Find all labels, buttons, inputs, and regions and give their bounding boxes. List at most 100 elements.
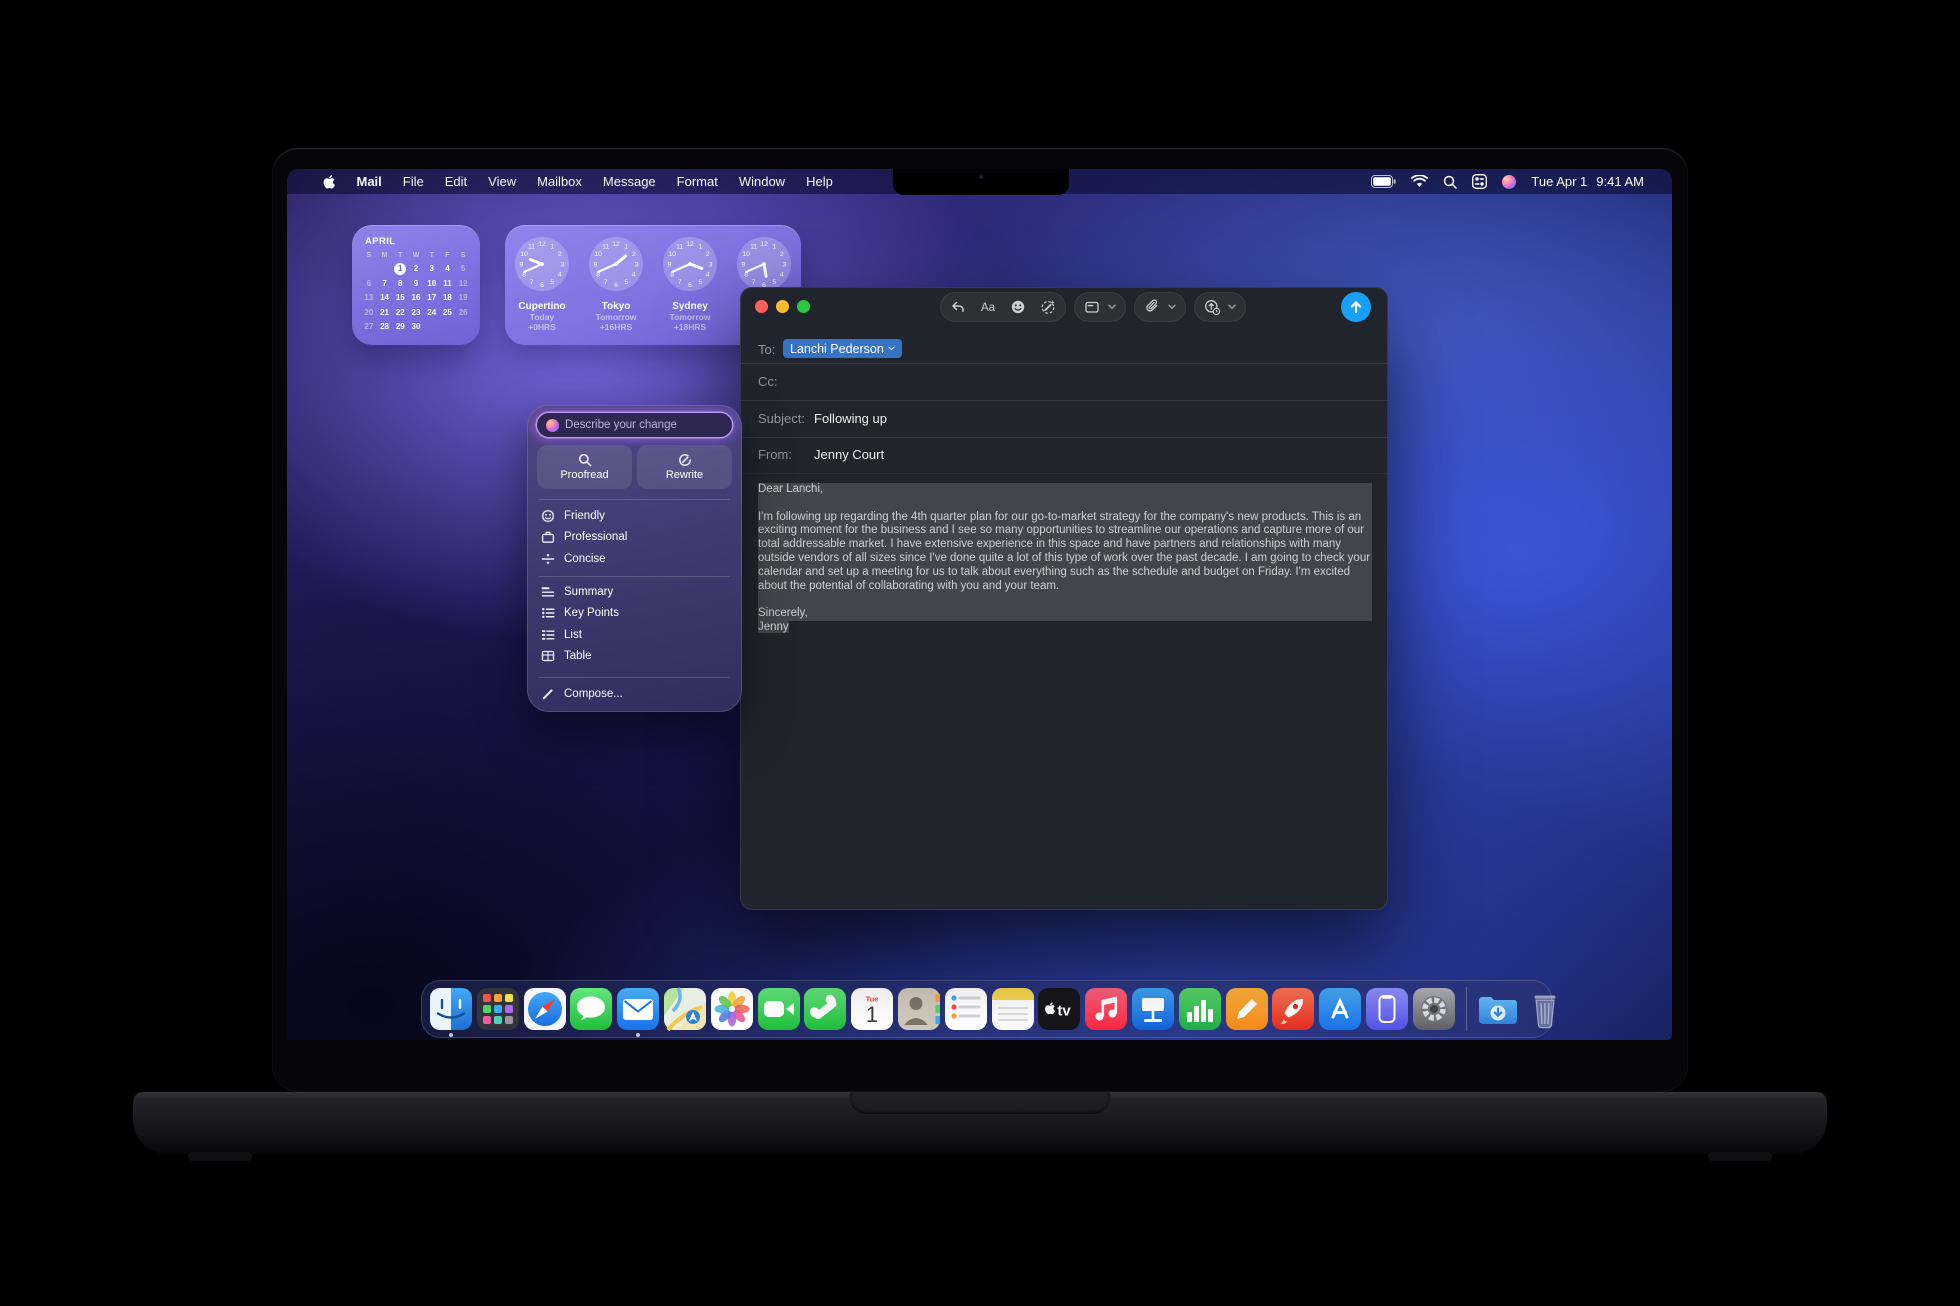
writing-tools-key-points[interactable]: Key Points	[527, 603, 742, 625]
dock-finder-icon[interactable]	[429, 987, 473, 1037]
dock-launchpad-icon[interactable]	[476, 987, 520, 1031]
writing-tools-concise[interactable]: Concise	[527, 548, 742, 570]
writing-tools-professional[interactable]: Professional	[527, 527, 742, 549]
dock-contacts-icon[interactable]	[897, 987, 941, 1031]
body-greeting: Dear Lanchi,	[758, 483, 824, 495]
header-fields-button[interactable]	[1084, 299, 1100, 315]
emoji-button[interactable]	[1010, 299, 1026, 315]
apple-logo-icon[interactable]	[323, 174, 336, 190]
writing-tools-button[interactable]	[1040, 299, 1056, 315]
divider	[539, 677, 730, 678]
dock-rocket-icon[interactable]	[1271, 987, 1315, 1031]
writing-tools-friendly[interactable]: Friendly	[527, 505, 742, 527]
writing-tools-compose-[interactable]: Compose...	[527, 683, 742, 705]
calendar-day-29: 29	[395, 322, 405, 332]
recipient-token[interactable]: Lanchi Pederson	[783, 339, 902, 358]
menu-mailbox[interactable]: Mailbox	[537, 174, 582, 189]
calendar-day-28: 28	[380, 322, 390, 332]
dock-mail-icon[interactable]	[616, 987, 660, 1037]
clock-face: 1 2 3 4 5 6 7 8 9 10 11 12	[588, 236, 644, 297]
insert-button[interactable]	[1204, 299, 1220, 315]
rewrite-button[interactable]: Rewrite	[637, 445, 732, 489]
dock-reminders-icon[interactable]	[944, 987, 988, 1031]
writing-tools-table[interactable]: Table	[527, 646, 742, 668]
calendar-day-15: 15	[395, 293, 405, 303]
dock-settings-icon[interactable]	[1412, 987, 1456, 1031]
format-button[interactable]: Aa	[980, 299, 996, 315]
rewrite-icon	[678, 453, 692, 467]
dock-photos-icon[interactable]	[710, 987, 754, 1031]
battery-icon[interactable]	[1371, 175, 1397, 188]
message-body[interactable]: Dear Lanchi, I'm following up regarding …	[758, 483, 1372, 635]
menu-view[interactable]: View	[488, 174, 516, 189]
dock-safari-icon[interactable]	[523, 987, 567, 1031]
writing-tools-summary[interactable]: Summary	[527, 581, 742, 603]
clock-city: Tokyo	[601, 301, 631, 312]
calendar-dow: T	[429, 252, 434, 259]
dock-pages-icon[interactable]	[1225, 987, 1269, 1031]
menu-edit[interactable]: Edit	[445, 174, 467, 189]
dock-keynote-icon[interactable]	[1131, 987, 1175, 1031]
writing-tools-list[interactable]: List	[527, 624, 742, 646]
calendar-day-8: 8	[398, 278, 403, 288]
menu-window[interactable]: Window	[739, 174, 785, 189]
dock-iphone-mirroring-icon[interactable]	[1365, 987, 1409, 1031]
calendar-day-9: 9	[413, 278, 419, 288]
calendar-day-22: 22	[395, 307, 405, 317]
minimize-button[interactable]	[776, 300, 789, 313]
siri-icon[interactable]	[1502, 174, 1517, 189]
calendar-day-17: 17	[427, 293, 437, 303]
smiley-icon	[541, 509, 555, 523]
menu-bar-clock[interactable]: Tue Apr 1 9:41 AM	[1531, 174, 1644, 189]
dock-numbers-icon[interactable]	[1178, 987, 1222, 1031]
describe-change-input[interactable]: Describe your change	[537, 413, 732, 437]
dock-calendar-icon[interactable]: Tue 1	[850, 987, 894, 1031]
calendar-dow: F	[445, 252, 450, 259]
calendar-day-6: 6	[366, 278, 372, 288]
menu-file[interactable]: File	[403, 174, 424, 189]
input-placeholder: Describe your change	[565, 419, 677, 431]
dock-notes-icon[interactable]	[991, 987, 1035, 1031]
zoom-button[interactable]	[797, 300, 810, 313]
cc-field[interactable]: Cc:	[740, 367, 1388, 395]
attach-button[interactable]	[1144, 299, 1160, 315]
to-field[interactable]: To: Lanchi Pederson	[740, 335, 1388, 363]
menu-format[interactable]: Format	[677, 174, 718, 189]
calendar-dow: S	[366, 252, 372, 259]
svg-text:10: 10	[668, 251, 676, 258]
svg-text:tv: tv	[1058, 1003, 1072, 1020]
calendar-day-19: 19	[458, 293, 468, 303]
dock-downloads-icon[interactable]	[1476, 987, 1520, 1031]
calendar-day-30: 30	[411, 322, 421, 332]
menu-mail[interactable]: Mail	[357, 174, 382, 189]
clock-city: Sydney	[672, 301, 708, 312]
from-value: Jenny Court	[814, 446, 885, 462]
from-field[interactable]: From: Jenny Court	[740, 440, 1388, 468]
menu-help[interactable]: Help	[806, 174, 833, 189]
close-button[interactable]	[755, 300, 768, 313]
spotlight-icon[interactable]	[1443, 175, 1458, 189]
dock-maps-icon[interactable]	[663, 987, 707, 1031]
dock-facetime-icon[interactable]	[757, 987, 801, 1031]
dock-music-icon[interactable]	[1084, 987, 1128, 1031]
menu-message[interactable]: Message	[603, 174, 656, 189]
calendar-widget[interactable]: APRIL S M T W T F S 1 2 3 4 5 6 7 8 9 10 11 12 13 14 15 16 17 18…	[352, 225, 480, 345]
proofread-button[interactable]: Proofread	[537, 445, 632, 489]
briefcase-icon	[541, 530, 555, 544]
send-button[interactable]	[1341, 292, 1371, 322]
svg-text:10: 10	[520, 251, 528, 258]
dock-messages-icon[interactable]	[569, 987, 613, 1031]
clock-offset: +16HRS	[599, 322, 633, 332]
control-center-icon[interactable]	[1472, 174, 1488, 189]
dock-tv-icon[interactable]: tv	[1037, 987, 1081, 1031]
dock-app-store-icon[interactable]	[1318, 987, 1362, 1031]
chevron-down-icon	[1168, 304, 1176, 310]
subject-field[interactable]: Subject: Following up	[740, 404, 1388, 432]
dock-trash-icon[interactable]	[1523, 987, 1567, 1031]
calendar-day-2: 2	[413, 264, 419, 273]
wifi-icon[interactable]	[1411, 175, 1429, 188]
dock-phone-icon[interactable]	[803, 987, 847, 1031]
undo-button[interactable]	[950, 299, 966, 315]
calendar-dow: M	[381, 252, 388, 259]
world-clock-sydney: 1 2 3 4 5 6 7 8 9 10 11 12 Sydney Tomorrow +18HRS	[653, 225, 727, 345]
